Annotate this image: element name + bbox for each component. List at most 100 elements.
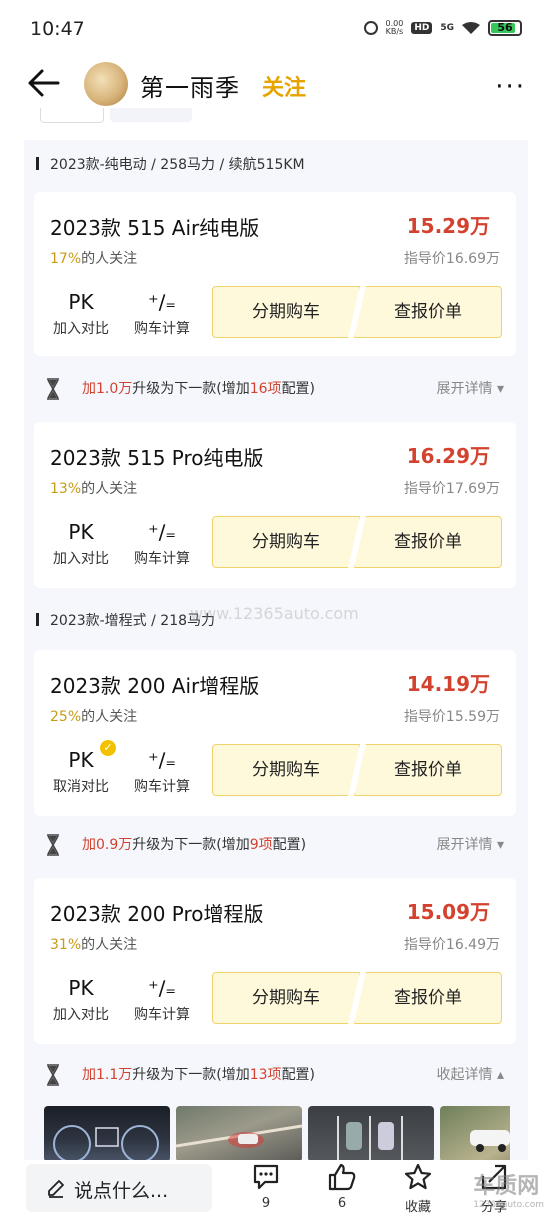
- quote-button[interactable]: 查报价单: [354, 516, 502, 568]
- installment-button[interactable]: 分期购车: [212, 286, 360, 338]
- car-calculator-button[interactable]: ⁺∕₌ 购车计算: [130, 976, 194, 1024]
- upgrade-suffix: 配置): [281, 381, 316, 397]
- calculator-icon: ⁺∕₌: [148, 748, 176, 772]
- follow-button[interactable]: 关注: [262, 70, 306, 102]
- trim-name: 2023款 515 Air纯电版: [50, 216, 260, 240]
- pencil-icon: [48, 1180, 64, 1198]
- upgrade-count: 9项: [249, 837, 273, 853]
- pk-sub-label: 加入对比: [53, 551, 109, 567]
- upgrade-prefix: 加: [82, 381, 96, 397]
- upgrade-amount: 1.1万: [96, 1067, 133, 1083]
- installment-button[interactable]: 分期购车: [212, 972, 360, 1024]
- hd-icon: HD: [411, 22, 433, 34]
- site-url: 12365auto.com: [473, 1200, 544, 1210]
- parking-image[interactable]: [308, 1106, 434, 1162]
- hourglass-icon: [47, 1064, 59, 1086]
- installment-button[interactable]: 分期购车: [212, 744, 360, 796]
- status-bar: 10:47 0.00 KB/s HD 5G 56: [0, 0, 550, 60]
- calculator-icon: ⁺∕₌: [148, 290, 176, 314]
- pk-compare-button[interactable]: PK 加入对比: [50, 976, 112, 1024]
- attention-text: 13%的人关注: [50, 478, 137, 498]
- pk-compare-button[interactable]: PK 加入对比: [50, 520, 112, 568]
- trim-price: 16.29万: [406, 444, 490, 468]
- calculator-icon: ⁺∕₌: [148, 520, 176, 544]
- filter-tab[interactable]: [110, 108, 192, 122]
- check-badge-icon: ✓: [100, 740, 116, 756]
- upgrade-prefix: 加: [82, 837, 96, 853]
- comments-button[interactable]: 9: [246, 1162, 286, 1211]
- upgrade-row[interactable]: 加1.0万升级为下一款(增加16项配置) 展开详情 ▾: [44, 374, 504, 404]
- comments-count: 9: [261, 1196, 271, 1211]
- upgrade-row[interactable]: 加1.1万升级为下一款(增加13项配置) 收起详情 ▴: [44, 1060, 504, 1090]
- app-header: 第一雨季 关注 ···: [0, 58, 550, 110]
- favorite-button[interactable]: 收藏: [398, 1162, 438, 1215]
- expand-details-button[interactable]: 展开详情 ▾: [437, 378, 504, 398]
- back-arrow-icon[interactable]: [26, 68, 60, 98]
- trim-name: 2023款 515 Pro纯电版: [50, 446, 264, 470]
- expand-details-button[interactable]: 展开详情 ▾: [437, 834, 504, 854]
- pk-sub-label: 取消对比: [53, 779, 109, 795]
- upgrade-mid: 升级为下一款(增加: [132, 837, 250, 853]
- upgrade-amount: 0.9万: [96, 837, 133, 853]
- attention-text: 25%的人关注: [50, 706, 137, 726]
- upgrade-text: 加1.0万升级为下一款(增加16项配置): [82, 378, 315, 398]
- like-button[interactable]: 6: [322, 1162, 362, 1211]
- driving-assist-image[interactable]: [175, 1106, 303, 1162]
- alarm-icon: [363, 21, 378, 35]
- trim-price: 14.19万: [406, 672, 490, 696]
- attention-text: 17%的人关注: [50, 248, 137, 268]
- star-icon: [404, 1163, 432, 1190]
- guide-price: 指导价15.59万: [403, 709, 500, 725]
- comment-input[interactable]: 说点什么...: [26, 1164, 212, 1212]
- calculator-label: 购车计算: [134, 551, 190, 567]
- quote-button[interactable]: 查报价单: [354, 286, 502, 338]
- upgrade-suffix: 配置): [281, 1067, 316, 1083]
- section-header: 2023款-增程式 / 218马力: [35, 610, 215, 630]
- installment-button[interactable]: 分期购车: [212, 516, 360, 568]
- status-time: 10:47: [30, 18, 85, 40]
- signal-icon: 5G: [440, 23, 454, 33]
- attention-suffix: 的人关注: [81, 251, 138, 267]
- trim-card[interactable]: 2023款 515 Air纯电版 15.29万 17%的人关注 指导价16.69…: [34, 192, 516, 356]
- bottom-action-bar: 说点什么... 9 6 收藏 分享 车质网 12365auto.com: [0, 1160, 550, 1222]
- avatar[interactable]: [84, 62, 128, 106]
- dashboard-image[interactable]: [44, 1106, 170, 1162]
- watermark: www.12365auto.com: [190, 604, 359, 623]
- status-icons: 0.00 KB/s HD 5G 56: [363, 20, 522, 36]
- upgrade-text: 加1.1万升级为下一款(增加13项配置): [82, 1064, 315, 1084]
- quote-button[interactable]: 查报价单: [354, 972, 502, 1024]
- car-on-road-icon: [175, 1124, 303, 1148]
- upgrade-row[interactable]: 加0.9万升级为下一款(增加9项配置) 展开详情 ▾: [44, 830, 504, 860]
- trim-card[interactable]: 2023款 515 Pro纯电版 16.29万 13%的人关注 指导价17.69…: [34, 422, 516, 588]
- pk-label: PK: [68, 520, 94, 544]
- pk-label: PK: [68, 976, 94, 1000]
- upgrade-count: 16项: [249, 381, 282, 397]
- net-speed: 0.00 KB/s: [386, 20, 404, 36]
- quote-button[interactable]: 查报价单: [354, 744, 502, 796]
- wifi-icon: [462, 22, 480, 34]
- pk-sub-label: 加入对比: [53, 1007, 109, 1023]
- attention-suffix: 的人关注: [81, 937, 138, 953]
- trim-card[interactable]: 2023款 200 Air增程版 14.19万 25%的人关注 指导价15.59…: [34, 650, 516, 816]
- filter-tab[interactable]: [40, 108, 104, 123]
- calculator-label: 购车计算: [134, 779, 190, 795]
- collapse-details-button[interactable]: 收起详情 ▴: [437, 1064, 504, 1084]
- calculator-icon: ⁺∕₌: [148, 976, 176, 1000]
- car-calculator-button[interactable]: ⁺∕₌ 购车计算: [130, 290, 194, 338]
- car-calculator-button[interactable]: ⁺∕₌ 购车计算: [130, 748, 194, 796]
- trim-card[interactable]: 2023款 200 Pro增程版 15.09万 31%的人关注 指导价16.49…: [34, 878, 516, 1044]
- car-icon: [470, 1130, 510, 1152]
- hourglass-icon: [47, 834, 59, 856]
- attention-percent: 13%: [50, 481, 82, 497]
- calculator-label: 购车计算: [134, 321, 190, 337]
- scene-image[interactable]: [440, 1106, 510, 1162]
- battery-icon: 56: [488, 20, 522, 36]
- pk-compare-button[interactable]: PK 加入对比: [50, 290, 112, 338]
- guide-price: 指导价16.49万: [403, 937, 500, 953]
- more-menu-icon[interactable]: ···: [495, 72, 526, 102]
- feature-thumbnails: [44, 1106, 510, 1162]
- trim-price: 15.09万: [406, 900, 490, 924]
- car-calculator-button[interactable]: ⁺∕₌ 购车计算: [130, 520, 194, 568]
- comment-placeholder: 说点什么...: [74, 1180, 169, 1202]
- pk-compare-button[interactable]: PK ✓ 取消对比: [50, 740, 116, 796]
